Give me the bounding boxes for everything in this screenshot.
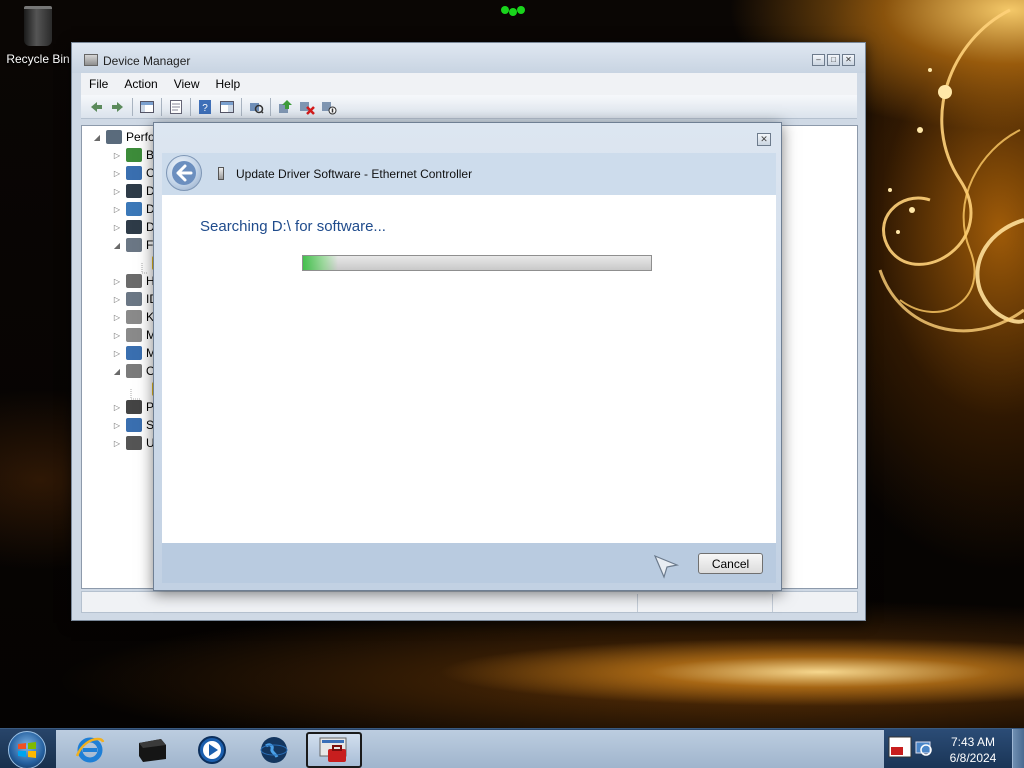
device-icon <box>139 739 166 762</box>
forward-arrow-icon <box>112 101 123 112</box>
show-desktop-button[interactable] <box>1012 729 1024 768</box>
toolbar: ? <box>81 95 857 119</box>
taskbar-button-network[interactable] <box>246 732 302 768</box>
uninstall-button[interactable] <box>296 97 318 117</box>
wallpaper-glow <box>501 6 525 16</box>
notification-area: 7:43 AM 6/8/2024 <box>884 729 1024 768</box>
back-arrow-icon <box>172 161 196 185</box>
windows-logo-icon <box>18 742 36 758</box>
minimize-button[interactable]: – <box>812 54 825 66</box>
tree-connector-lines <box>130 263 148 400</box>
help-button[interactable]: ? <box>194 97 216 117</box>
media-player-icon <box>198 736 226 764</box>
ethernet-controller-icon <box>218 167 224 180</box>
disable-button[interactable] <box>318 97 340 117</box>
search-progress-bar <box>302 255 652 271</box>
properties-icon <box>170 99 182 114</box>
wallpaper-swirl <box>878 8 1024 333</box>
internet-explorer-icon <box>75 737 105 763</box>
network-status-icon[interactable] <box>914 739 934 757</box>
clock-date: 6/8/2024 <box>949 751 997 765</box>
toolbar-separator <box>190 97 191 116</box>
maximize-button[interactable]: □ <box>827 54 840 66</box>
search-status-heading: Searching D:\ for software... <box>200 218 386 235</box>
clock[interactable]: 7:43 AM 6/8/2024 <box>938 734 1008 766</box>
update-driver-icon <box>279 99 292 113</box>
status-bar <box>81 591 858 613</box>
properties-button[interactable] <box>165 97 187 117</box>
dialog-header: Update Driver Software - Ethernet Contro… <box>162 153 776 195</box>
taskbar-button-device[interactable] <box>124 732 180 768</box>
scan-hardware-button[interactable] <box>245 97 267 117</box>
back-arrow-icon <box>91 101 102 112</box>
help-icon: ? <box>199 99 211 114</box>
action-pane-icon <box>220 100 234 113</box>
dialog-content: Searching D:\ for software... <box>162 195 776 543</box>
progress-fill <box>303 256 338 270</box>
close-button[interactable]: ✕ <box>842 54 855 66</box>
status-divider <box>772 594 773 612</box>
desktop-icon-recycle-bin[interactable]: Recycle Bin <box>4 6 72 66</box>
menu-action[interactable]: Action <box>116 73 165 95</box>
menu-help[interactable]: Help <box>208 73 249 95</box>
dialog-title: Update Driver Software - Ethernet Contro… <box>236 167 473 181</box>
taskbar-band <box>56 730 884 768</box>
device-manager-icon <box>319 737 347 762</box>
device-manager-titlebar[interactable]: Device Manager – □ ✕ <box>72 43 865 73</box>
network-globe-icon <box>260 737 288 763</box>
scan-hardware-icon <box>250 102 264 114</box>
toolbar-separator <box>270 97 271 116</box>
show-hide-console-tree-button[interactable] <box>136 97 158 117</box>
menu-bar: File Action View Help <box>81 73 857 95</box>
svg-text:?: ? <box>202 103 208 114</box>
uninstall-icon <box>300 101 315 115</box>
toolbar-separator <box>132 97 133 116</box>
forward-button[interactable] <box>107 97 129 117</box>
dialog-close-button[interactable]: ✕ <box>757 133 771 146</box>
cancel-button[interactable]: Cancel <box>698 553 763 574</box>
device-manager-app-icon <box>84 54 98 66</box>
taskbar-button-internet-explorer[interactable] <box>62 732 118 768</box>
back-button[interactable] <box>85 97 107 117</box>
toolbar-separator <box>241 97 242 116</box>
clock-time: 7:43 AM <box>950 735 996 749</box>
taskbar: 7:43 AM 6/8/2024 <box>0 728 1024 768</box>
menu-file[interactable]: File <box>81 73 116 95</box>
dialog-back-button[interactable] <box>166 155 202 191</box>
recycle-bin-label: Recycle Bin <box>6 52 70 66</box>
action-pane-button[interactable] <box>216 97 238 117</box>
update-driver-dialog: ✕ Update Driver Software - Ethernet Cont… <box>153 122 782 591</box>
device-manager-title: Device Manager <box>103 54 191 68</box>
dialog-footer: Cancel <box>162 543 776 583</box>
update-driver-button[interactable] <box>274 97 296 117</box>
busy-cursor-icon <box>653 554 680 579</box>
recycle-bin-icon <box>24 6 52 46</box>
menu-view[interactable]: View <box>166 73 208 95</box>
start-button[interactable] <box>8 731 46 768</box>
action-center-icon[interactable] <box>888 735 914 759</box>
status-divider <box>637 594 638 612</box>
taskbar-button-media-player[interactable] <box>184 732 240 768</box>
toolbar-separator <box>161 97 162 116</box>
taskbar-button-device-manager[interactable] <box>306 732 362 768</box>
disable-icon <box>322 101 337 114</box>
show-hide-console-tree-icon <box>140 100 154 113</box>
